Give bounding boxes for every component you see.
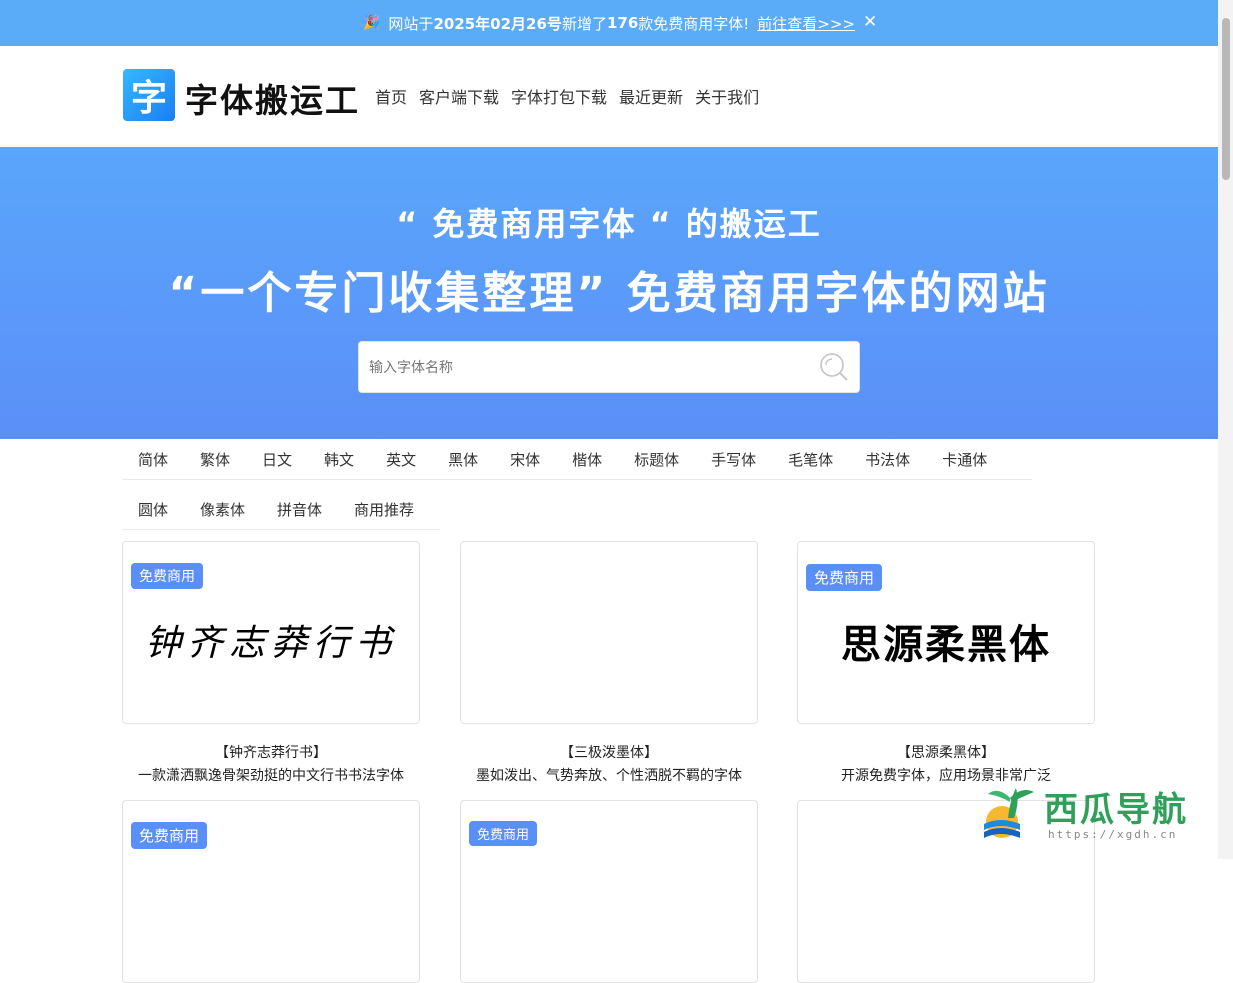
font-card[interactable]: 免费商用 思源柔黑体 bbox=[797, 541, 1095, 724]
category-korean[interactable]: 韩文 bbox=[308, 449, 370, 470]
font-card[interactable]: 免费商用 bbox=[460, 800, 758, 983]
category-heiti[interactable]: 黑体 bbox=[432, 449, 494, 470]
watermark: 西瓜导航 https://xgdh.cn bbox=[980, 776, 1220, 846]
gift-icon: 🎉 bbox=[362, 15, 381, 31]
watermark-name: 西瓜导航 bbox=[1044, 790, 1188, 830]
category-english[interactable]: 英文 bbox=[370, 449, 432, 470]
category-kaiti[interactable]: 楷体 bbox=[556, 449, 618, 470]
font-card-title[interactable]: 【思源柔黑体】 bbox=[797, 742, 1095, 762]
category-songti[interactable]: 宋体 bbox=[494, 449, 556, 470]
site-name[interactable]: 字体搬运工 bbox=[185, 74, 360, 122]
font-preview: 钟齐志莽行书 bbox=[144, 623, 397, 664]
free-commercial-badge: 免费商用 bbox=[806, 564, 883, 591]
category-commercial[interactable]: 商用推荐 bbox=[338, 499, 430, 520]
watermark-url: https://xgdh.cn bbox=[1048, 828, 1178, 841]
hero-banner: “ 免费商用字体 “ 的搬运工 “一个专门收集整理” 免费商用字体的网站 bbox=[0, 147, 1218, 439]
category-pinyin[interactable]: 拼音体 bbox=[261, 499, 338, 520]
free-commercial-badge: 免费商用 bbox=[131, 822, 208, 849]
font-card[interactable] bbox=[460, 541, 758, 724]
category-nav: 简体 繁体 日文 韩文 英文 黑体 宋体 楷体 标题体 手写体 毛笔体 书法体 … bbox=[122, 440, 1032, 530]
notice-count: 176 bbox=[606, 14, 639, 32]
search-input[interactable] bbox=[369, 355, 809, 381]
hero-slogan-primary: “ 免费商用字体 “ 的搬运工 bbox=[396, 205, 822, 243]
close-icon[interactable]: ✕ bbox=[863, 12, 877, 32]
notice-middle: 新增了 bbox=[561, 14, 607, 33]
category-pixel[interactable]: 像素体 bbox=[184, 499, 261, 520]
nav-item-recent[interactable]: 最近更新 bbox=[619, 84, 683, 108]
page-scrollbar[interactable] bbox=[1218, 0, 1233, 859]
font-card-desc: 一款潇洒飘逸骨架劲挺的中文行书书法字体 bbox=[138, 768, 404, 784]
category-simplified[interactable]: 简体 bbox=[122, 449, 184, 470]
watermelon-logo-icon bbox=[984, 788, 1034, 838]
nav-item-pack-download[interactable]: 字体打包下载 bbox=[511, 84, 607, 108]
font-card[interactable]: 免费商用 bbox=[122, 800, 420, 983]
font-card[interactable]: 免费商用 钟齐志莽行书 bbox=[122, 541, 420, 724]
font-card-title[interactable]: 【三极泼墨体】 bbox=[460, 742, 758, 762]
search-icon[interactable] bbox=[818, 351, 850, 383]
nav-item-client-download[interactable]: 客户端下载 bbox=[419, 84, 499, 108]
free-commercial-badge: 免费商用 bbox=[469, 821, 538, 846]
notice-bar: 🎉 网站于 2025年02月26号 新增了 176 款免费商用字体! 前往查看>… bbox=[0, 0, 1218, 46]
hero-slogan-secondary: “一个专门收集整理” 免费商用字体的网站 bbox=[168, 268, 1050, 319]
font-card-title[interactable]: 【钟齐志莽行书】 bbox=[122, 742, 420, 762]
main-nav: 首页 客户端下载 字体打包下载 最近更新 关于我们 bbox=[375, 84, 771, 108]
category-round[interactable]: 圆体 bbox=[122, 499, 184, 520]
free-commercial-badge: 免费商用 bbox=[131, 563, 203, 589]
category-calligraphy[interactable]: 书法体 bbox=[849, 449, 926, 470]
category-japanese[interactable]: 日文 bbox=[246, 449, 308, 470]
search-box bbox=[358, 341, 860, 393]
scrollbar-thumb[interactable] bbox=[1222, 18, 1230, 180]
font-preview: 思源柔黑体 bbox=[841, 622, 1051, 668]
category-row: 圆体 像素体 拼音体 商用推荐 bbox=[122, 490, 440, 530]
font-card-desc: 墨如泼出、气势奔放、个性洒脱不羁的字体 bbox=[476, 768, 742, 784]
notice-date: 2025年02月26号 bbox=[433, 14, 562, 33]
notice-link[interactable]: 前往查看>>> bbox=[757, 13, 855, 34]
category-title[interactable]: 标题体 bbox=[618, 449, 695, 470]
category-row: 简体 繁体 日文 韩文 英文 黑体 宋体 楷体 标题体 手写体 毛笔体 书法体 … bbox=[122, 440, 1032, 480]
notice-prefix: 网站于 bbox=[388, 14, 434, 33]
category-cartoon[interactable]: 卡通体 bbox=[926, 449, 1003, 470]
site-header: 字 字体搬运工 首页 客户端下载 字体打包下载 最近更新 关于我们 bbox=[0, 46, 1218, 147]
category-handwriting[interactable]: 手写体 bbox=[695, 449, 772, 470]
nav-item-home[interactable]: 首页 bbox=[375, 84, 407, 108]
nav-item-about[interactable]: 关于我们 bbox=[695, 84, 759, 108]
notice-suffix: 款免费商用字体! bbox=[638, 14, 750, 33]
logo-icon[interactable]: 字 bbox=[123, 69, 175, 121]
category-traditional[interactable]: 繁体 bbox=[184, 449, 246, 470]
category-brush[interactable]: 毛笔体 bbox=[772, 449, 849, 470]
